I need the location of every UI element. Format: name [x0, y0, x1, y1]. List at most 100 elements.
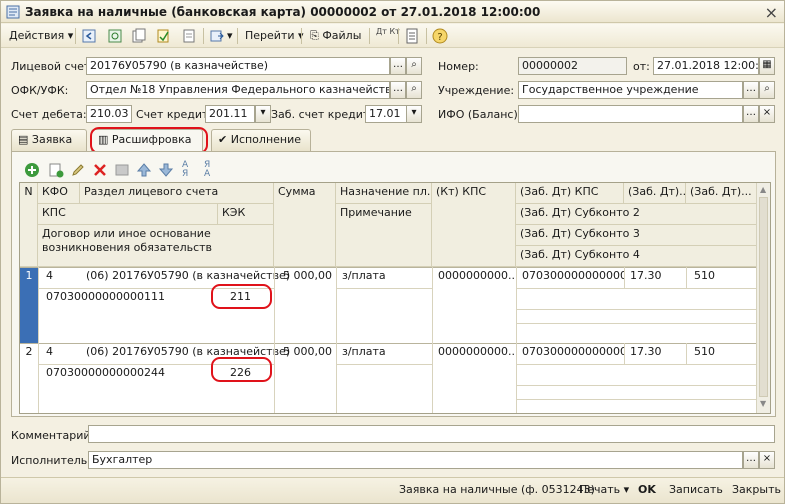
col-header-kek[interactable]: КЭК: [218, 204, 274, 225]
table-row[interactable]: 1 4 (06) 20176У05790 (в казначействе) 07…: [20, 267, 758, 343]
debit-field[interactable]: 210.03: [86, 105, 132, 123]
account-open-icon[interactable]: ⌕: [406, 57, 422, 75]
tab-request[interactable]: ▤ Заявка: [11, 129, 87, 151]
date-label: от:: [633, 60, 650, 73]
add-row-icon[interactable]: [24, 162, 40, 178]
document-window: Заявка на наличные (банковская карта) 00…: [0, 0, 785, 504]
unpost-icon[interactable]: [181, 28, 197, 44]
col-header-subconto-3[interactable]: (Заб. Дт) Субконто 3: [516, 225, 758, 246]
sort-ascending-icon[interactable]: AЯ: [182, 161, 188, 179]
post-document-icon[interactable]: [155, 28, 171, 44]
ifo-field[interactable]: [518, 105, 743, 123]
refresh-icon[interactable]: [107, 28, 123, 44]
bottom-command-bar: Заявка на наличные (ф. 0531243) Печать ▾…: [1, 477, 784, 503]
dt-kt-icon: Дт Кт: [376, 27, 400, 36]
date-field[interactable]: 27.01.2018 12:00:00: [653, 57, 759, 75]
back-icon[interactable]: [81, 28, 97, 44]
close-button[interactable]: Закрыть: [732, 483, 781, 496]
help-icon[interactable]: ?: [432, 28, 448, 44]
scroll-thumb[interactable]: [759, 197, 768, 397]
institution-field[interactable]: Государственное учреждение: [518, 81, 743, 99]
cell-kfo: 4: [46, 345, 53, 358]
col-header-kt-kps[interactable]: (Кт) КПС: [432, 183, 516, 267]
cell-purpose: з/плата: [342, 269, 386, 282]
institution-open-icon[interactable]: ⌕: [759, 81, 775, 99]
scroll-up-icon[interactable]: ▲: [760, 185, 766, 194]
tab-request-label: Заявка: [31, 133, 73, 146]
col-header-zab-dt-kps[interactable]: (Заб. Дт) КПС: [516, 183, 624, 204]
col-header-sum[interactable]: Сумма: [274, 183, 336, 267]
account-field[interactable]: 20176У05790 (в казначействе): [86, 57, 390, 75]
debit-label: Счет дебета:: [11, 108, 87, 121]
col-header-kfo[interactable]: КФО: [38, 183, 80, 204]
executor-select-button[interactable]: …: [743, 451, 759, 469]
print-form-button[interactable]: Заявка на наличные (ф. 0531243): [399, 483, 595, 496]
tab-request-icon: ▤: [18, 133, 29, 146]
col-header-contract[interactable]: Договор или иное основание возникновения…: [38, 225, 274, 267]
account-label: Лицевой счет:: [11, 60, 94, 73]
breakdown-panel: AЯ ЯA N КФО Раздел лицевого счета КПС КЭ…: [11, 151, 776, 417]
ofk-open-icon[interactable]: ⌕: [406, 81, 422, 99]
comment-label: Комментарий:: [11, 429, 95, 442]
copy-icon[interactable]: [131, 28, 147, 44]
goto-menu[interactable]: Перейти ▾: [243, 27, 306, 45]
tab-execution-icon: ✔: [218, 133, 228, 146]
ifo-label: ИФО (Баланс):: [438, 108, 522, 121]
create-dropdown-chevron-icon[interactable]: ▾: [225, 27, 235, 45]
print-label: Печать: [579, 483, 621, 496]
col-header-n[interactable]: N: [20, 183, 38, 267]
institution-select-button[interactable]: …: [743, 81, 759, 99]
delete-row-icon[interactable]: [92, 162, 108, 178]
actions-menu[interactable]: Действия ▾: [7, 27, 75, 45]
executor-field[interactable]: Бухгалтер: [88, 451, 743, 469]
ofk-field[interactable]: Отдел №18 Управления Федерального казнач…: [86, 81, 390, 99]
col-header-subconto-4[interactable]: (Заб. Дт) Субконто 4: [516, 246, 758, 267]
svg-text:?: ?: [437, 32, 442, 43]
ifo-select-button[interactable]: …: [743, 105, 759, 123]
move-down-icon[interactable]: [158, 162, 174, 178]
comment-field[interactable]: [88, 425, 775, 443]
end-edit-icon[interactable]: [114, 162, 130, 178]
col-header-kps[interactable]: КПС: [38, 204, 218, 225]
col-header-purpose[interactable]: Назначение пл...: [336, 183, 432, 204]
table-row[interactable]: 2 4 (06) 20176У05790 (в казначействе) 07…: [20, 343, 758, 413]
ok-button[interactable]: OK: [638, 483, 656, 496]
cell-zab-kps: 0703000000000002...: [522, 345, 624, 358]
account-select-button[interactable]: …: [390, 57, 406, 75]
sort-descending-icon[interactable]: ЯA: [204, 161, 210, 179]
ofk-select-button[interactable]: …: [390, 81, 406, 99]
files-button[interactable]: ⎘ Файлы: [308, 27, 363, 45]
credit-dropdown-chevron-icon[interactable]: ▾: [255, 105, 271, 123]
move-up-icon[interactable]: [136, 162, 152, 178]
executor-clear-icon[interactable]: ×: [759, 451, 775, 469]
col-header-zab-dt-2[interactable]: (Заб. Дт)...: [686, 183, 758, 204]
cell-zab-1: 17.30: [630, 269, 662, 282]
col-header-note[interactable]: Примечание: [336, 204, 432, 267]
col-header-zab-dt-1[interactable]: (Заб. Дт)...: [624, 183, 686, 204]
col-header-subconto-2[interactable]: (Заб. Дт) Субконто 2: [516, 204, 758, 225]
zab-credit-field[interactable]: 17.01: [365, 105, 407, 123]
ifo-clear-icon[interactable]: ×: [759, 105, 775, 123]
cell-section: (06) 20176У05790 (в казначействе): [86, 269, 291, 282]
close-window-icon[interactable]: ×: [765, 3, 778, 22]
cell-sum: 5 000,00: [283, 269, 332, 282]
cell-kt-kps: 0000000000...: [438, 269, 516, 282]
create-based-on-icon[interactable]: [209, 28, 225, 44]
tab-execution[interactable]: ✔ Исполнение: [211, 129, 311, 151]
credit-field[interactable]: 201.11: [205, 105, 255, 123]
window-title: Заявка на наличные (банковская карта) 00…: [25, 5, 541, 19]
print-menu[interactable]: Печать ▾: [579, 483, 629, 496]
scroll-down-icon[interactable]: ▼: [760, 399, 766, 408]
save-button[interactable]: Записать: [669, 483, 723, 496]
col-header-section[interactable]: Раздел лицевого счета: [80, 183, 274, 204]
edit-row-icon[interactable]: [70, 162, 86, 178]
copy-row-icon[interactable]: [48, 162, 64, 178]
cell-kps: 07030000000000244: [46, 366, 165, 379]
ofk-label: ОФК/УФК:: [11, 84, 69, 97]
calendar-icon[interactable]: ▦: [759, 57, 775, 75]
vertical-scrollbar[interactable]: ▲ ▼: [756, 183, 770, 413]
tab-execution-label: Исполнение: [230, 133, 302, 146]
number-field[interactable]: 00000002: [518, 57, 627, 75]
report-icon[interactable]: [404, 28, 420, 44]
zab-credit-dropdown-chevron-icon[interactable]: ▾: [406, 105, 422, 123]
